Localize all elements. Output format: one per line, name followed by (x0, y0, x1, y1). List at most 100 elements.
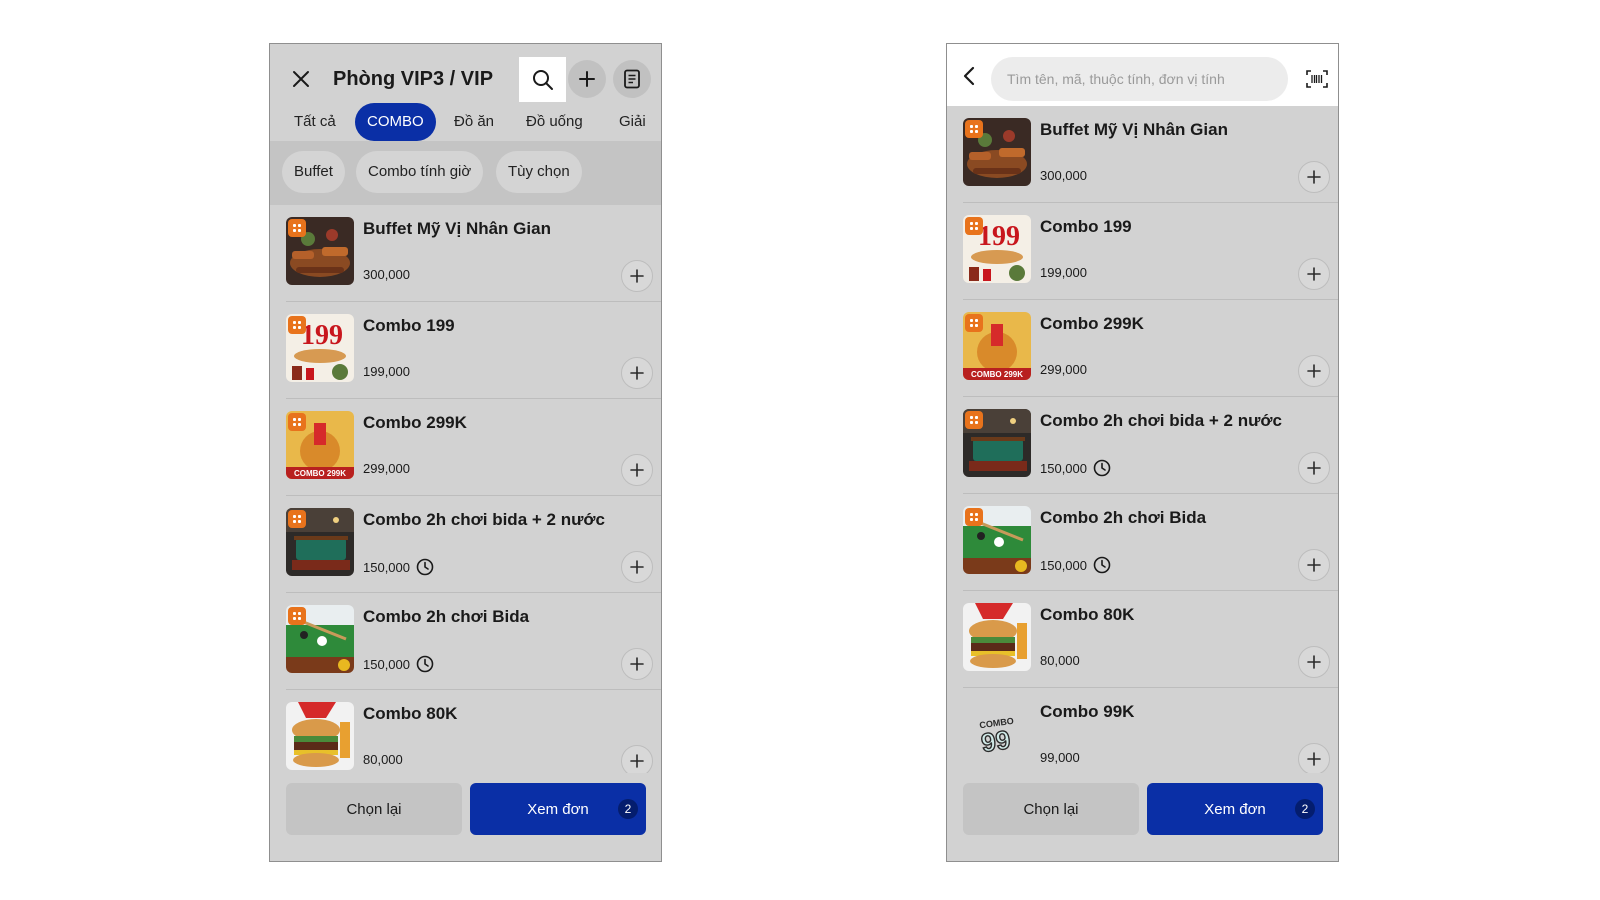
list-item[interactable]: 199 Combo 199 199,000 (286, 302, 661, 399)
add-item-button[interactable] (1298, 549, 1330, 581)
list-item[interactable]: COMBO 299K Combo 299K 299,000 (963, 300, 1338, 397)
combo-badge-icon (965, 508, 983, 526)
product-thumbnail (963, 118, 1031, 186)
phone-screen-order-menu: Phòng VIP3 / VIP Tất cả COMBO Đồ ăn Đồ u… (269, 43, 662, 862)
product-price-row: 150,000 (1040, 556, 1111, 574)
list-item[interactable]: 199 Combo 199 199,000 (963, 203, 1338, 300)
order-bill-button[interactable] (613, 60, 651, 98)
view-order-button[interactable]: Xem đơn 2 (470, 783, 646, 835)
product-name: Combo 199 (363, 316, 455, 335)
list-item[interactable]: COMBO 299K Combo 299K 299,000 (286, 399, 661, 496)
product-price: 300,000 (363, 267, 410, 282)
add-item-button[interactable] (621, 454, 653, 486)
product-name: Combo 2h chơi bida + 2 nước (1040, 411, 1282, 430)
svg-text:199: 199 (978, 221, 1020, 252)
list-item[interactable]: Buffet Mỹ Vị Nhân Gian 300,000 (963, 106, 1338, 203)
search-input[interactable] (991, 57, 1288, 101)
receipt-icon (624, 69, 640, 89)
product-thumbnail: COMBO 299K (963, 312, 1031, 380)
product-thumbnail (963, 409, 1031, 477)
chip-buffet[interactable]: Buffet (282, 151, 345, 193)
plus-icon (1307, 461, 1321, 475)
plus-icon (630, 269, 644, 283)
add-item-button[interactable] (1298, 258, 1330, 290)
reset-button[interactable]: Chọn lại (963, 783, 1139, 835)
view-order-label: Xem đơn (527, 800, 589, 818)
product-thumbnail: COMBO 299K (286, 411, 354, 479)
add-item-button[interactable] (621, 551, 653, 583)
product-name: Combo 299K (363, 413, 467, 432)
tab-combo[interactable]: COMBO (355, 103, 436, 141)
product-thumbnail: COMBO 99 (963, 700, 1031, 768)
clock-icon (1093, 459, 1111, 477)
tab-food[interactable]: Đồ ăn (442, 103, 506, 141)
list-item[interactable]: Combo 2h chơi bida + 2 nước 150,000 (963, 397, 1338, 494)
product-list: Buffet Mỹ Vị Nhân Gian 300,000 199 Combo 19… (270, 205, 661, 773)
plus-icon (630, 560, 644, 574)
product-thumbnail (963, 603, 1031, 671)
product-price: 150,000 (1040, 557, 1087, 573)
reset-button[interactable]: Chọn lại (286, 783, 462, 835)
list-item[interactable]: Combo 80K 80,000 (963, 591, 1338, 688)
barcode-scan-button[interactable] (1304, 66, 1330, 92)
clock-icon (416, 558, 434, 576)
product-thumbnail (286, 702, 354, 770)
product-price: 80,000 (1040, 653, 1080, 668)
add-item-button[interactable] (1298, 452, 1330, 484)
add-item-button[interactable] (1298, 646, 1330, 678)
product-price-row: 80,000 (363, 752, 403, 767)
add-item-button[interactable] (1298, 743, 1330, 773)
list-item[interactable]: COMBO 99 Combo 99K 99,000 (963, 688, 1338, 773)
chip-custom[interactable]: Tùy chọn (496, 151, 582, 193)
tab-entertainment[interactable]: Giải (607, 103, 658, 141)
add-item-button[interactable] (621, 745, 653, 773)
combo-badge-icon (288, 316, 306, 334)
product-price: 80,000 (363, 752, 403, 767)
product-name: Combo 199 (1040, 217, 1132, 236)
combo-badge-icon (288, 219, 306, 237)
product-price: 150,000 (363, 656, 410, 672)
combo-badge-icon (288, 607, 306, 625)
product-name: Buffet Mỹ Vị Nhân Gian (363, 219, 551, 238)
add-item-button[interactable] (1298, 161, 1330, 193)
tab-all[interactable]: Tất cả (282, 103, 348, 141)
add-item-button[interactable] (621, 648, 653, 680)
svg-text:COMBO 299K: COMBO 299K (294, 469, 346, 478)
product-price: 150,000 (1040, 460, 1087, 476)
list-item[interactable]: Combo 80K 80,000 (286, 690, 661, 773)
close-button[interactable] (286, 64, 316, 94)
plus-icon (630, 754, 644, 768)
view-order-label: Xem đơn (1204, 800, 1266, 818)
product-price-row: 300,000 (1040, 168, 1087, 183)
product-price: 99,000 (1040, 750, 1080, 765)
action-bar: Chọn lại Xem đơn 2 (947, 773, 1338, 861)
add-item-button[interactable] (621, 260, 653, 292)
plus-icon (1307, 655, 1321, 669)
order-count-badge: 2 (1295, 799, 1315, 819)
add-button[interactable] (568, 60, 606, 98)
combo-badge-icon (288, 413, 306, 431)
chip-combo-by-hour[interactable]: Combo tính giờ (356, 151, 484, 193)
list-item[interactable]: Buffet Mỹ Vị Nhân Gian 300,000 (286, 205, 661, 302)
combo-badge-icon (288, 510, 306, 528)
search-button[interactable] (519, 57, 566, 102)
product-price-row: 299,000 (363, 461, 410, 476)
back-button[interactable] (955, 62, 983, 90)
product-price: 299,000 (363, 461, 410, 476)
product-price-row: 299,000 (1040, 362, 1087, 377)
list-item[interactable]: Combo 2h chơi Bida 150,000 (286, 593, 661, 690)
add-item-button[interactable] (1298, 355, 1330, 387)
plus-icon (630, 463, 644, 477)
product-name: Combo 299K (1040, 314, 1144, 333)
subcategory-chips: Buffet Combo tính giờ Tùy chọn (270, 141, 661, 205)
view-order-button[interactable]: Xem đơn 2 (1147, 783, 1323, 835)
product-price: 300,000 (1040, 168, 1087, 183)
tab-drinks[interactable]: Đồ uống (514, 103, 595, 141)
product-price-row: 199,000 (363, 364, 410, 379)
list-item[interactable]: Combo 2h chơi Bida 150,000 (963, 494, 1338, 591)
product-price: 150,000 (363, 559, 410, 575)
product-price-row: 300,000 (363, 267, 410, 282)
svg-text:199: 199 (301, 320, 343, 351)
add-item-button[interactable] (621, 357, 653, 389)
list-item[interactable]: Combo 2h chơi bida + 2 nước 150,000 (286, 496, 661, 593)
